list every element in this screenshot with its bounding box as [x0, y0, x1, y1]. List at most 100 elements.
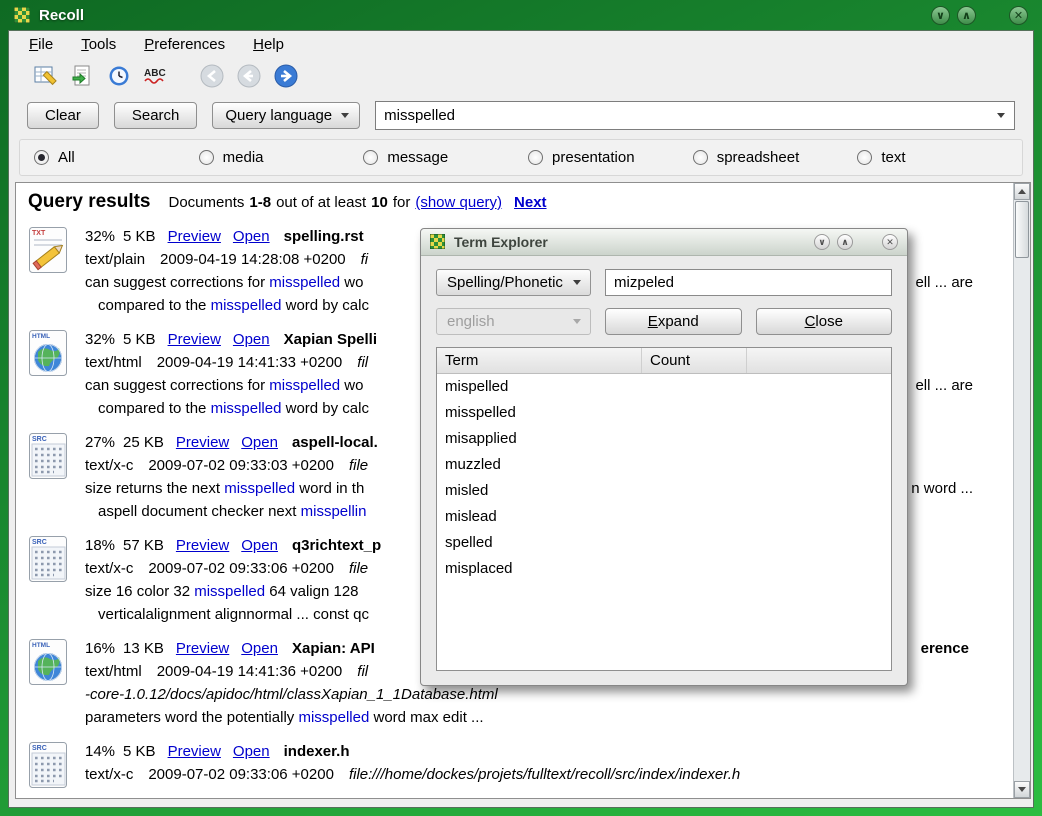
preview-link[interactable]: Preview: [168, 743, 221, 760]
svg-text:HTML: HTML: [32, 333, 50, 340]
dialog-content: Spelling/Phonetic english Expand Close T…: [421, 256, 907, 685]
filter-option-text[interactable]: text: [857, 149, 1022, 166]
term-table: Term Count mispelledmisspelledmisapplied…: [436, 347, 892, 671]
open-link[interactable]: Open: [233, 331, 270, 348]
menu-tools[interactable]: Tools: [81, 36, 116, 53]
open-link[interactable]: Open: [233, 743, 270, 760]
result-size: 5 KB: [123, 743, 156, 760]
results-scrollbar[interactable]: [1013, 183, 1030, 798]
search-button[interactable]: Search: [114, 102, 198, 129]
unshade-icon[interactable]: ∧: [837, 234, 853, 250]
query-input[interactable]: [376, 107, 997, 124]
results-total: 10: [371, 194, 388, 211]
term-explorer-icon[interactable]: ABC: [142, 62, 170, 90]
result-snippet-line: parameters word the potentially misspell…: [85, 706, 1013, 729]
term-row[interactable]: misapplied: [437, 426, 891, 452]
term-match-type-select[interactable]: Spelling/Phonetic: [436, 269, 591, 296]
result-title: q3richtext_p: [292, 537, 381, 554]
shade-icon[interactable]: ∨: [814, 234, 830, 250]
preview-link[interactable]: Preview: [168, 331, 221, 348]
highlight-term: misspelled: [298, 709, 369, 726]
window-titlebar[interactable]: Recoll ∨ ∧ ✕: [0, 0, 1042, 30]
previous-page-icon[interactable]: [235, 62, 263, 90]
show-query-link[interactable]: (show query): [415, 194, 502, 211]
result-title: Xapian: API: [292, 640, 375, 657]
scroll-thumb[interactable]: [1015, 201, 1029, 258]
preview-link[interactable]: Preview: [176, 434, 229, 451]
clear-search-icon[interactable]: [31, 62, 59, 90]
open-link[interactable]: Open: [241, 537, 278, 554]
menu-preferences[interactable]: Preferences: [144, 36, 225, 53]
term-row[interactable]: spelled: [437, 530, 891, 556]
result-mime: text/html: [85, 663, 142, 680]
close-icon[interactable]: ✕: [882, 234, 898, 250]
snippet-text: can suggest corrections for: [85, 274, 269, 291]
next-page-link[interactable]: Next: [514, 194, 547, 211]
close-icon[interactable]: ✕: [1009, 6, 1028, 25]
svg-text:SRC: SRC: [32, 745, 47, 752]
result-date: 2009-07-02 09:33:03 +0200: [148, 457, 334, 474]
query-language-select[interactable]: Query language: [212, 102, 360, 129]
filter-option-presentation[interactable]: presentation: [528, 149, 693, 166]
filter-row: All media message presentation spreadsheette…: [19, 139, 1023, 176]
result-url: file: [349, 560, 368, 577]
svg-text:HTML: HTML: [32, 642, 50, 649]
save-results-icon[interactable]: [68, 62, 96, 90]
term-row[interactable]: misled: [437, 478, 891, 504]
term-column-header[interactable]: Term: [437, 348, 642, 373]
term-row[interactable]: misplaced: [437, 556, 891, 582]
menu-file[interactable]: File: [29, 36, 53, 53]
close-dialog-button[interactable]: Close: [756, 308, 893, 335]
first-page-icon[interactable]: [198, 62, 226, 90]
open-link[interactable]: Open: [233, 228, 270, 245]
chevron-down-icon: [573, 280, 581, 285]
snippet-fragment: ell ... are: [915, 374, 973, 397]
result-relevance: 14%: [85, 743, 115, 760]
preview-link[interactable]: Preview: [176, 640, 229, 657]
result-relevance: 18%: [85, 537, 115, 554]
snippet-fragment: n word ...: [911, 477, 973, 500]
filter-option-message[interactable]: message: [363, 149, 528, 166]
snippet-text: can suggest corrections for: [85, 377, 269, 394]
recoll-logo-icon: [430, 234, 446, 250]
term-row[interactable]: misspelled: [437, 400, 891, 426]
snippet-text: verticalalignment alignnormal ... const …: [98, 606, 369, 623]
term-row[interactable]: mislead: [437, 504, 891, 530]
desktop: Recoll ∨ ∧ ✕ File Tools Preferences Help: [0, 0, 1042, 816]
highlight-term: misspelled: [224, 480, 295, 497]
result-title: indexer.h: [284, 743, 350, 760]
filter-option-spreadsheet[interactable]: spreadsheet: [693, 149, 858, 166]
term-row[interactable]: muzzled: [437, 452, 891, 478]
result-title: aspell-local.: [292, 434, 378, 451]
preview-link[interactable]: Preview: [176, 537, 229, 554]
expand-button[interactable]: Expand: [605, 308, 742, 335]
shade-icon[interactable]: ∨: [931, 6, 950, 25]
term-table-header: Term Count: [437, 348, 891, 374]
clear-button[interactable]: Clear: [27, 102, 99, 129]
next-page-icon[interactable]: [272, 62, 300, 90]
filter-option-media[interactable]: media: [199, 149, 364, 166]
highlight-term: misspellin: [301, 503, 367, 520]
history-clock-icon[interactable]: [105, 62, 133, 90]
filter-label: presentation: [552, 149, 635, 166]
dialog-titlebar[interactable]: Term Explorer ∨ ∧ ✕: [421, 229, 907, 256]
unshade-icon[interactable]: ∧: [957, 6, 976, 25]
menu-help[interactable]: Help: [253, 36, 284, 53]
filter-label: All: [58, 149, 75, 166]
chevron-down-icon[interactable]: [997, 113, 1005, 118]
scroll-up-icon[interactable]: [1014, 183, 1030, 200]
filter-option-all[interactable]: All: [34, 149, 199, 166]
term-cell: mislead: [445, 508, 497, 525]
term-input[interactable]: [605, 269, 892, 296]
open-link[interactable]: Open: [241, 640, 278, 657]
term-cell: misled: [445, 482, 488, 499]
scroll-down-icon[interactable]: [1014, 781, 1030, 798]
result-mime: text/html: [85, 354, 142, 371]
result-size: 25 KB: [123, 434, 164, 451]
open-link[interactable]: Open: [241, 434, 278, 451]
preview-link[interactable]: Preview: [168, 228, 221, 245]
filter-label: message: [387, 149, 448, 166]
highlight-term: misspelled: [269, 377, 340, 394]
count-column-header[interactable]: Count: [642, 348, 747, 373]
term-row[interactable]: mispelled: [437, 374, 891, 400]
